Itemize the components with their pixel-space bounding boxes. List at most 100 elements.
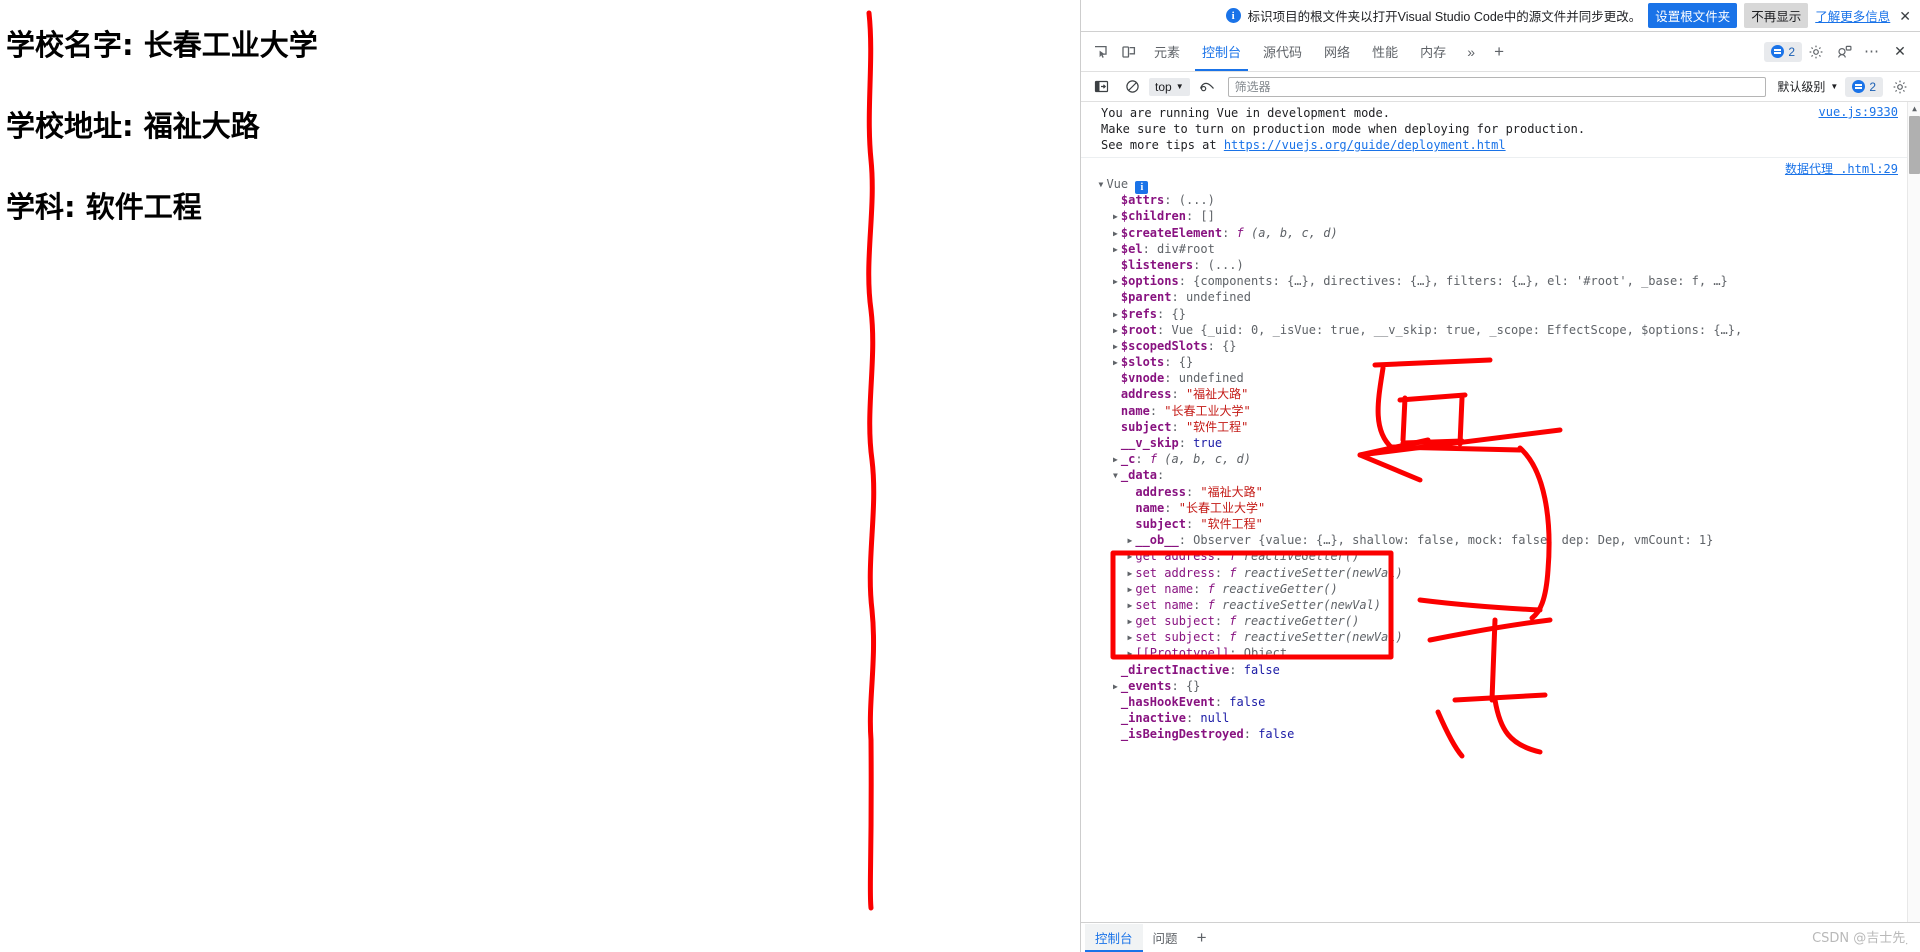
object-property-row[interactable]: ▼ _data: <box>1081 467 1920 483</box>
object-property-row[interactable]: ▶_isBeingDestroyed: false <box>1081 726 1920 742</box>
learn-more-link[interactable]: 了解更多信息 <box>1815 6 1890 25</box>
chevron-right-icon[interactable]: ▶ <box>1110 355 1121 371</box>
object-property-row[interactable]: ▶subject: "软件工程" <box>1081 419 1920 435</box>
console-issues-badge[interactable]: 2 <box>1845 76 1883 97</box>
object-property-row[interactable]: ▶subject: "软件工程" <box>1081 516 1920 532</box>
function-glyph: f <box>1149 452 1158 467</box>
chevron-down-icon[interactable]: ▼ <box>1110 468 1121 484</box>
console-message-list[interactable]: You are running Vue in development mode.… <box>1081 102 1920 922</box>
object-property-row[interactable]: ▶ [[Prototype]]: Object <box>1081 645 1920 661</box>
console-scrollbar[interactable]: ▲ <box>1907 102 1920 922</box>
object-property-row[interactable]: ▶ __ob__: Observer {value: {…}, shallow: … <box>1081 532 1920 548</box>
object-property-row[interactable]: ▶$listeners: (...) <box>1081 257 1920 273</box>
chevron-right-icon[interactable]: ▶ <box>1110 339 1121 355</box>
object-property-row[interactable]: ▶ set address: f reactiveSetter(newVal) <box>1081 565 1920 581</box>
message-source-link[interactable]: 数据代理 .html:29 <box>1785 160 1898 177</box>
row-indent <box>1081 258 1110 272</box>
object-property-row[interactable]: ▶ $el: div#root <box>1081 241 1920 257</box>
chevron-right-icon[interactable]: ▶ <box>1110 307 1121 323</box>
chevron-right-icon[interactable]: ▶ <box>1124 533 1135 549</box>
chevron-right-icon[interactable]: ▶ <box>1124 582 1135 598</box>
property-key: _isBeingDestroyed <box>1120 727 1244 742</box>
chevron-right-icon[interactable]: ▶ <box>1110 274 1121 290</box>
object-property-row[interactable]: ▶_hasHookEvent: false <box>1081 694 1920 710</box>
object-property-row[interactable]: ▶ _events: {} <box>1081 678 1920 694</box>
object-property-row[interactable]: ▶_directInactive: false <box>1081 662 1920 678</box>
object-property-row[interactable]: ▶ _c: f (a, b, c, d) <box>1081 451 1920 467</box>
object-property-row[interactable]: ▶address: "福祉大路" <box>1081 386 1920 402</box>
property-value: f reactiveSetter(newVal) <box>1229 630 1402 644</box>
log-level-select[interactable]: 默认级别 ▼ <box>1773 76 1842 97</box>
object-property-row[interactable]: ▶ $root: Vue {_uid: 0, _isVue: true, __v_… <box>1081 322 1920 338</box>
tab-sources[interactable]: 源代码 <box>1252 33 1313 71</box>
chevron-right-icon[interactable]: ▶ <box>1124 646 1135 662</box>
inspect-element-icon[interactable] <box>1087 38 1115 66</box>
tab-performance[interactable]: 性能 <box>1361 33 1409 71</box>
gear-icon[interactable] <box>1802 38 1830 66</box>
tab-memory[interactable]: 内存 <box>1409 33 1457 71</box>
object-property-row[interactable]: ▶ $children: [] <box>1081 208 1920 224</box>
object-property-tree[interactable]: ▼Vue i ▶$attrs: (...) ▶$children: [] ▶$c… <box>1081 160 1920 743</box>
close-icon[interactable]: ✕ <box>1886 38 1914 66</box>
object-property-row[interactable]: ▶_inactive: null <box>1081 710 1920 726</box>
gear-icon[interactable] <box>1886 73 1914 101</box>
plus-icon[interactable]: + <box>1485 38 1513 66</box>
object-property-row[interactable]: ▶name: "长春工业大学" <box>1081 500 1920 516</box>
set-workspace-folder-button[interactable]: 设置根文件夹 <box>1648 3 1738 28</box>
chevron-down-icon: ▼ <box>1175 81 1184 91</box>
chevron-right-icon[interactable]: ▶ <box>1110 209 1121 225</box>
chevron-right-icon[interactable]: ▶ <box>1124 630 1135 646</box>
console-sidebar-icon[interactable] <box>1087 73 1115 101</box>
chevron-right-icon[interactable]: ▶ <box>1124 614 1135 630</box>
chevrons-right-icon[interactable]: » <box>1457 38 1485 66</box>
object-property-row[interactable]: ▶ $options: {components: {…}, directives:… <box>1081 273 1920 289</box>
chevron-right-icon[interactable]: ▶ <box>1124 549 1135 565</box>
tab-network[interactable]: 网络 <box>1313 33 1361 71</box>
tab-console[interactable]: 控制台 <box>1191 33 1252 71</box>
tab-elements[interactable]: 元素 <box>1143 33 1191 71</box>
object-property-row[interactable]: ▶ set subject: f reactiveSetter(newVal) <box>1081 629 1920 645</box>
object-property-row[interactable]: ▶ $slots: {} <box>1081 354 1920 370</box>
chevron-right-icon[interactable]: ▶ <box>1110 323 1121 339</box>
chevron-right-icon[interactable]: ▶ <box>1110 679 1121 695</box>
scrollbar-thumb[interactable] <box>1909 116 1920 174</box>
dont-show-again-button[interactable]: 不再显示 <box>1744 3 1809 28</box>
object-property-row[interactable]: ▶ set name: f reactiveSetter(newVal) <box>1081 597 1920 613</box>
chevron-right-icon[interactable]: ▶ <box>1110 452 1121 468</box>
console-message-object-log[interactable]: 数据代理 .html:29 ▼Vue i ▶$attrs: (...) ▶$ch… <box>1081 158 1920 747</box>
object-property-row[interactable]: ▶address: "福祉大路" <box>1081 484 1920 500</box>
console-filter-input[interactable] <box>1227 76 1767 97</box>
object-property-row[interactable]: ▶ get address: f reactiveGetter() <box>1081 548 1920 564</box>
object-property-row[interactable]: ▶ get subject: f reactiveGetter() <box>1081 613 1920 629</box>
object-property-row[interactable]: ▶ $createElement: f (a, b, c, d) <box>1081 225 1920 241</box>
execution-context-select[interactable]: top ▼ <box>1149 77 1190 96</box>
chevron-right-icon[interactable]: ▶ <box>1110 226 1121 242</box>
object-property-row[interactable]: ▶ $refs: {} <box>1081 306 1920 322</box>
object-property-row[interactable]: ▶$parent: undefined <box>1081 289 1920 305</box>
object-property-row[interactable]: ▶$attrs: (...) <box>1081 192 1920 208</box>
chevron-right-icon[interactable]: ▶ <box>1124 566 1135 582</box>
object-property-row[interactable]: ▶$vnode: undefined <box>1081 370 1920 386</box>
more-options-icon[interactable]: ⋯ <box>1858 38 1886 66</box>
scroll-up-arrow-icon[interactable]: ▲ <box>1908 102 1920 115</box>
chevron-right-icon[interactable]: ▶ <box>1124 598 1135 614</box>
plus-icon[interactable]: + <box>1188 924 1216 952</box>
drawer-tab-console[interactable]: 控制台 <box>1085 923 1143 952</box>
issues-counter-badge[interactable]: 2 <box>1764 41 1802 62</box>
console-message-vue-warning[interactable]: You are running Vue in development mode.… <box>1081 102 1920 158</box>
device-toolbar-icon[interactable] <box>1115 38 1143 66</box>
object-property-row[interactable]: ▶ get name: f reactiveGetter() <box>1081 581 1920 597</box>
message-source-link[interactable]: vue.js:9330 <box>1819 105 1898 119</box>
live-expression-icon[interactable] <box>1193 73 1221 101</box>
object-property-row[interactable]: ▶__v_skip: true <box>1081 435 1920 451</box>
chevron-down-icon[interactable]: ▼ <box>1095 177 1106 193</box>
dock-side-icon[interactable] <box>1830 38 1858 66</box>
close-icon[interactable]: ✕ <box>1897 9 1913 23</box>
object-property-row[interactable]: ▶name: "长春工业大学" <box>1081 403 1920 419</box>
clear-console-icon[interactable] <box>1118 73 1146 101</box>
vuejs-deployment-link[interactable]: https://vuejs.org/guide/deployment.html <box>1224 138 1506 152</box>
chevron-right-icon[interactable]: ▶ <box>1110 242 1121 258</box>
object-property-row[interactable]: ▶ $scopedSlots: {} <box>1081 338 1920 354</box>
object-property-row[interactable]: ▼ Vue i <box>1081 176 1920 194</box>
drawer-tab-issues[interactable]: 问题 <box>1143 924 1188 952</box>
